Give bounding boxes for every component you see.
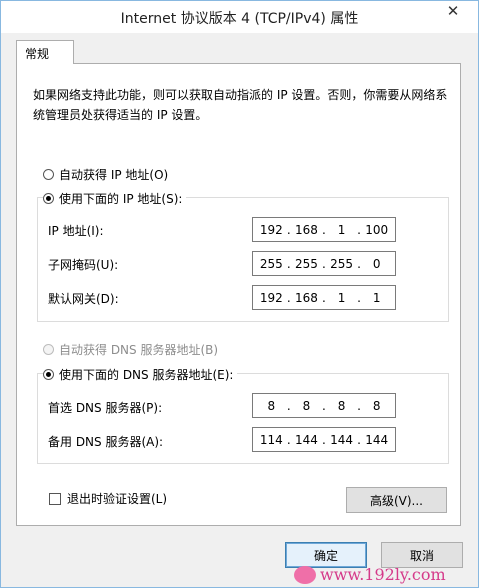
watermark-text: www.192ly.com bbox=[320, 565, 446, 584]
default-gateway-label: 默认网关(D): bbox=[48, 292, 119, 306]
ip-address-label: IP 地址(I): bbox=[48, 224, 104, 238]
advanced-button[interactable]: 高级(V)... bbox=[346, 487, 447, 513]
watermark-logo-icon bbox=[294, 565, 316, 584]
tab-general[interactable]: 常规 bbox=[16, 40, 74, 64]
subnet-mask-label: 子网掩码(U): bbox=[48, 258, 119, 272]
close-button[interactable]: ✕ bbox=[438, 1, 468, 21]
dialog-window: Internet 协议版本 4 (TCP/IPv4) 属性 ✕ 常规 如果网络支… bbox=[0, 0, 479, 588]
dns-manual-radio[interactable] bbox=[43, 369, 54, 380]
ip-auto-radio[interactable] bbox=[43, 169, 54, 180]
window-title: Internet 协议版本 4 (TCP/IPv4) 属性 bbox=[120, 11, 359, 27]
close-icon: ✕ bbox=[446, 2, 460, 20]
dns-auto-radio[interactable] bbox=[43, 344, 54, 355]
title-bar[interactable]: Internet 协议版本 4 (TCP/IPv4) 属性 ✕ bbox=[1, 1, 478, 33]
default-gateway-input[interactable]: 192. 168. 1. 1 bbox=[252, 285, 396, 310]
preferred-dns-input[interactable]: 8. 8. 8. 8 bbox=[252, 393, 396, 418]
dns-auto-option[interactable]: 自动获得 DNS 服务器地址(B) bbox=[43, 341, 218, 358]
watermark: www.192ly.com bbox=[294, 565, 446, 584]
validate-on-exit-checkbox[interactable] bbox=[49, 492, 61, 505]
dns-manual-label: 使用下面的 DNS 服务器地址(E): bbox=[59, 368, 234, 382]
alternate-dns-input[interactable]: 114. 144. 144. 144 bbox=[252, 427, 396, 452]
validate-on-exit-option[interactable]: 退出时验证设置(L) bbox=[49, 490, 167, 507]
dns-manual-option[interactable]: 使用下面的 DNS 服务器地址(E): bbox=[43, 366, 238, 383]
ip-manual-option[interactable]: 使用下面的 IP 地址(S): bbox=[43, 190, 187, 207]
description-text: 如果网络支持此功能，则可以获取自动指派的 IP 设置。否则，你需要从网络系统管理… bbox=[33, 88, 448, 122]
validate-on-exit-label: 退出时验证设置(L) bbox=[67, 492, 168, 506]
ip-manual-radio[interactable] bbox=[43, 193, 54, 204]
alternate-dns-label: 备用 DNS 服务器(A): bbox=[48, 435, 164, 449]
subnet-mask-input[interactable]: 255. 255. 255. 0 bbox=[252, 251, 396, 276]
ip-auto-label: 自动获得 IP 地址(O) bbox=[59, 168, 169, 182]
preferred-dns-label: 首选 DNS 服务器(P): bbox=[48, 401, 163, 415]
dns-auto-label: 自动获得 DNS 服务器地址(B) bbox=[59, 343, 219, 357]
general-tab-panel: 如果网络支持此功能，则可以获取自动指派的 IP 设置。否则，你需要从网络系统管理… bbox=[16, 63, 461, 526]
ip-manual-label: 使用下面的 IP 地址(S): bbox=[59, 192, 183, 206]
ip-auto-option[interactable]: 自动获得 IP 地址(O) bbox=[43, 166, 168, 183]
ip-address-input[interactable]: 192. 168. 1. 100 bbox=[252, 217, 396, 242]
